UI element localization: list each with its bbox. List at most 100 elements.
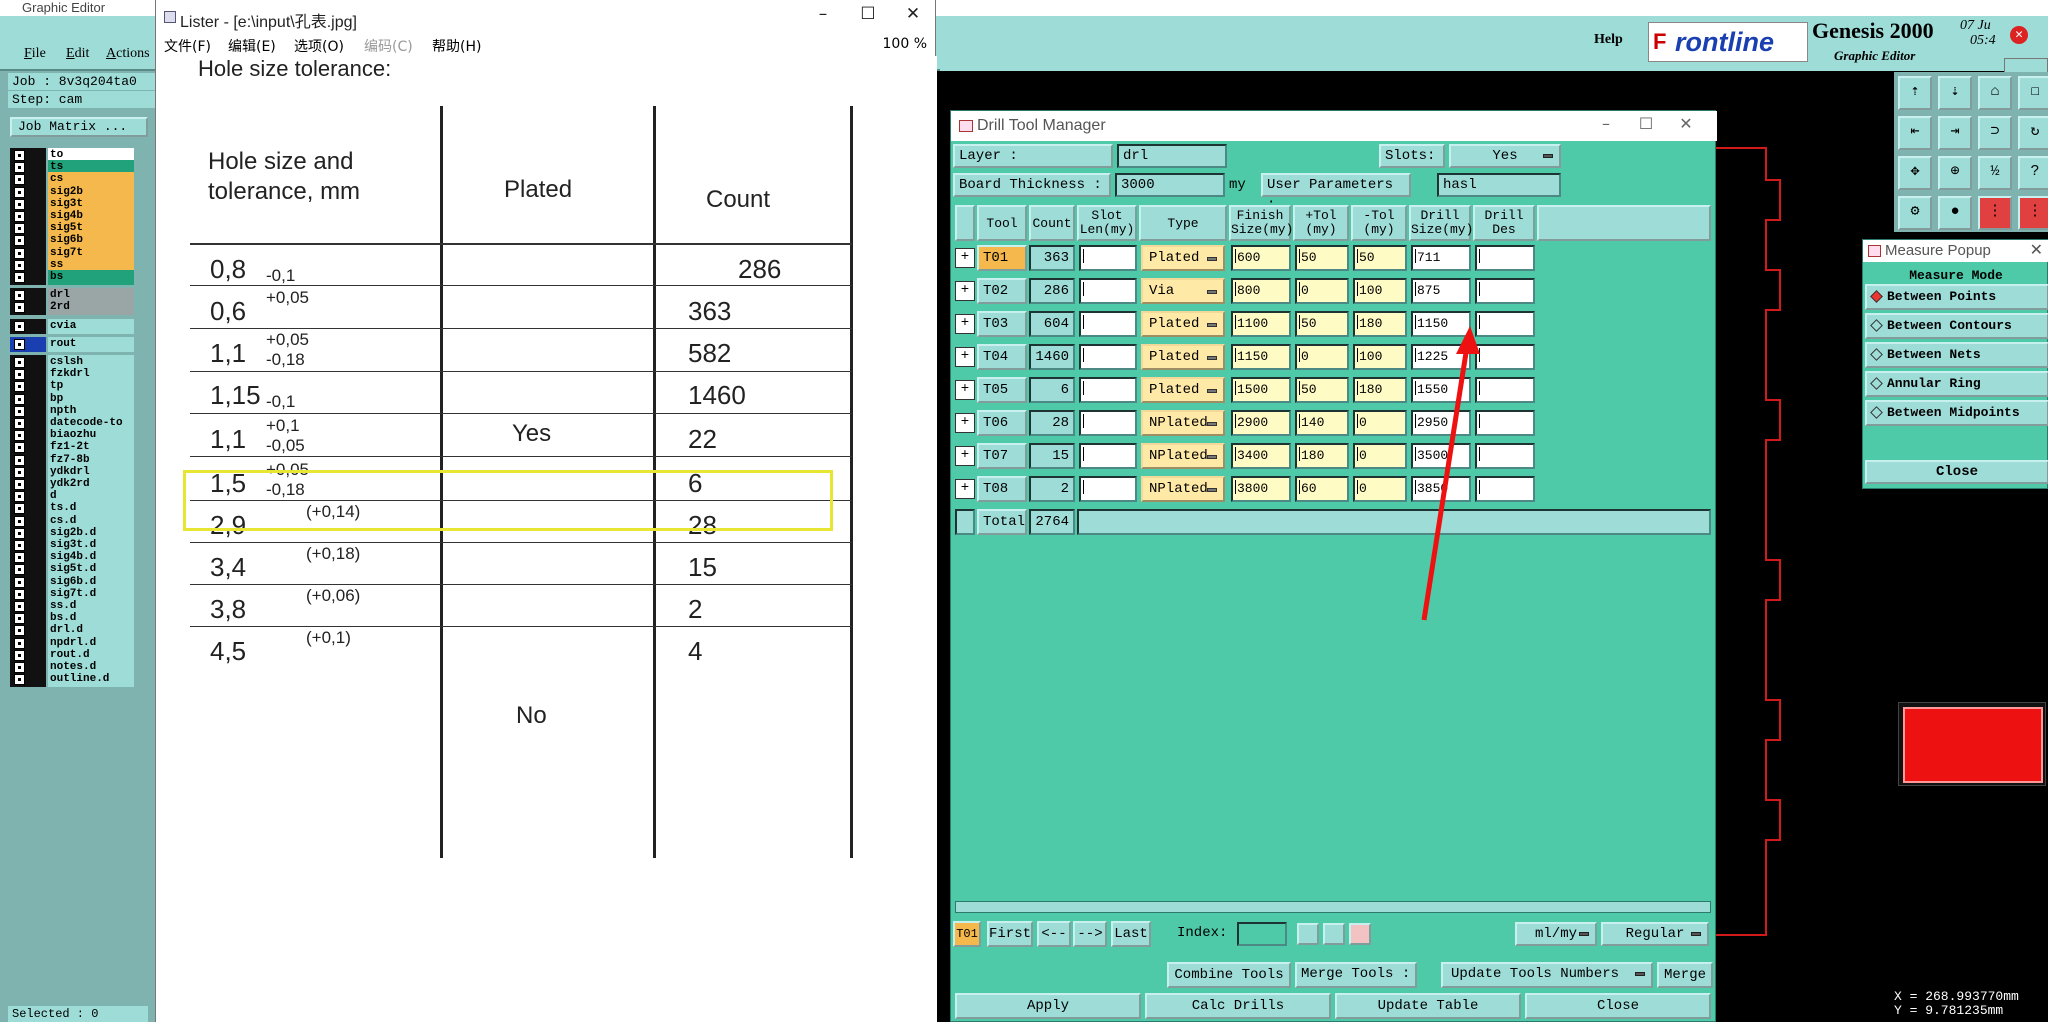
plus-tol-field[interactable]: 140	[1295, 410, 1349, 436]
minimize-icon[interactable]: –	[1591, 114, 1621, 133]
layer-checkbox[interactable]	[14, 357, 25, 368]
menu-file[interactable]: File	[24, 46, 46, 62]
layer-checkbox[interactable]	[14, 637, 25, 649]
finish-size-field[interactable]: 1500	[1231, 377, 1291, 403]
horizontal-scrollbar[interactable]	[955, 901, 1711, 913]
layer-field[interactable]: drl	[1117, 144, 1227, 168]
finish-size-field[interactable]: 1100	[1231, 311, 1291, 337]
layer-checkbox[interactable]	[14, 564, 25, 576]
close-icon[interactable]: ✕	[898, 4, 928, 24]
slot-length-field[interactable]	[1079, 377, 1137, 403]
measure-mode-option[interactable]: Between Nets	[1865, 342, 2048, 368]
tool-type-select[interactable]: NPlated	[1141, 443, 1225, 469]
minus-tol-field[interactable]: 180	[1353, 311, 1407, 337]
minus-tol-field[interactable]: 100	[1353, 344, 1407, 370]
layer-row[interactable]: outline.d	[10, 672, 134, 688]
tool-type-select[interactable]: NPlated	[1141, 410, 1225, 436]
clear-icon[interactable]	[1349, 923, 1371, 945]
tool-type-select[interactable]: Plated	[1141, 311, 1225, 337]
tool-type-select[interactable]: NPlated	[1141, 476, 1225, 502]
finish-size-field[interactable]: 800	[1231, 278, 1291, 304]
drill-des-field[interactable]	[1475, 476, 1535, 502]
tool-type-select[interactable]: Plated	[1141, 245, 1225, 271]
drill2-icon[interactable]: ⋮	[2018, 196, 2048, 230]
tool-id[interactable]: T04	[977, 344, 1027, 370]
center-icon[interactable]: ⊕	[1938, 156, 1972, 190]
layer-row[interactable]: 2rd	[10, 300, 134, 316]
layer-checkbox[interactable]	[14, 613, 25, 625]
job-matrix-button[interactable]: Job Matrix ...	[10, 117, 148, 137]
layer-checkbox[interactable]	[14, 150, 25, 161]
slot-length-field[interactable]	[1079, 278, 1137, 304]
menu-actions[interactable]: Actions	[106, 46, 150, 62]
drill-des-field[interactable]	[1475, 344, 1535, 370]
plus-tol-field[interactable]: 0	[1295, 344, 1349, 370]
drill-des-field[interactable]	[1475, 377, 1535, 403]
drill-des-field[interactable]	[1475, 245, 1535, 271]
lister-menu-edit[interactable]: 编辑(E)	[228, 36, 276, 56]
layer-checkbox[interactable]	[14, 540, 25, 551]
layer-checkbox[interactable]	[14, 442, 25, 454]
measure-close-button[interactable]: Close	[1865, 460, 2048, 484]
layer-checkbox[interactable]	[14, 272, 25, 283]
finish-size-field[interactable]: 3400	[1231, 443, 1291, 469]
maximize-icon[interactable]: ☐	[853, 4, 883, 24]
apply-button[interactable]: Apply	[955, 993, 1141, 1019]
search-icon[interactable]	[1297, 923, 1319, 945]
mode-select[interactable]: Regular	[1601, 922, 1709, 946]
minus-tol-field[interactable]: 0	[1353, 443, 1407, 469]
expand-row-button[interactable]: +	[955, 314, 975, 334]
layer-row[interactable]: rout	[10, 336, 134, 352]
slot-length-field[interactable]	[1079, 311, 1137, 337]
board-thickness-field[interactable]: 3000	[1115, 173, 1225, 197]
combine-tools-button[interactable]: Combine Tools	[1167, 962, 1291, 988]
menu-edit[interactable]: Edit	[66, 46, 89, 62]
tool-type-select[interactable]: Plated	[1141, 344, 1225, 370]
minus-tol-field[interactable]: 0	[1353, 476, 1407, 502]
close-button[interactable]: Close	[1525, 993, 1711, 1019]
layer-checkbox[interactable]	[14, 649, 25, 661]
merge-button[interactable]: Merge	[1657, 962, 1713, 988]
layer-checkbox[interactable]	[14, 186, 25, 198]
plus-tol-field[interactable]: 60	[1295, 476, 1349, 502]
drill-des-field[interactable]	[1475, 278, 1535, 304]
slot-length-field[interactable]	[1079, 245, 1137, 271]
download-icon[interactable]: ⇣	[1938, 76, 1972, 110]
layer-checkbox[interactable]	[14, 235, 25, 247]
drill-icon[interactable]: ⋮	[1978, 196, 2012, 230]
minus-tol-field[interactable]: 50	[1353, 245, 1407, 271]
measure-mode-option[interactable]: Annular Ring	[1865, 371, 2048, 397]
layer-checkbox[interactable]	[14, 211, 25, 222]
drill-des-field[interactable]	[1475, 311, 1535, 337]
user-parameters-field[interactable]: hasl	[1437, 173, 1561, 197]
layer-checkbox[interactable]	[14, 576, 25, 588]
fit-icon[interactable]: ✥	[1898, 156, 1932, 190]
layer-checkbox[interactable]	[14, 601, 25, 612]
slot-length-field[interactable]	[1079, 410, 1137, 436]
settings-icon[interactable]: ⚙	[1898, 196, 1932, 230]
layer-checkbox[interactable]	[14, 479, 25, 490]
layer-checkbox[interactable]	[14, 430, 25, 442]
layer-checkbox[interactable]	[14, 320, 25, 332]
right-icon[interactable]: ⇥	[1938, 116, 1972, 150]
lister-menu-options[interactable]: 选项(O)	[294, 36, 344, 56]
tool-type-select[interactable]: Plated	[1141, 377, 1225, 403]
tool-id[interactable]: T06	[977, 410, 1027, 436]
lister-menu-encoding[interactable]: 编码(C)	[364, 36, 413, 56]
plus-tol-field[interactable]: 0	[1295, 278, 1349, 304]
layer-checkbox[interactable]	[14, 674, 25, 686]
finish-size-field[interactable]: 600	[1231, 245, 1291, 271]
measure-mode-option[interactable]: Between Contours	[1865, 313, 2048, 339]
slot-length-field[interactable]	[1079, 344, 1137, 370]
layer-checkbox[interactable]	[14, 662, 25, 673]
left-icon[interactable]: ⇤	[1898, 116, 1932, 150]
maximize-icon[interactable]: ☐	[1631, 114, 1661, 133]
layer-checkbox[interactable]	[14, 625, 25, 637]
tool-id[interactable]: T03	[977, 311, 1027, 337]
layer-checkbox[interactable]	[14, 503, 25, 515]
frame-icon[interactable]: ☐	[2018, 76, 2048, 110]
expand-row-button[interactable]: +	[955, 281, 975, 301]
loop-icon[interactable]: ⊃	[1978, 116, 2012, 150]
tool-id[interactable]: T05	[977, 377, 1027, 403]
layer-checkbox[interactable]	[14, 290, 25, 302]
